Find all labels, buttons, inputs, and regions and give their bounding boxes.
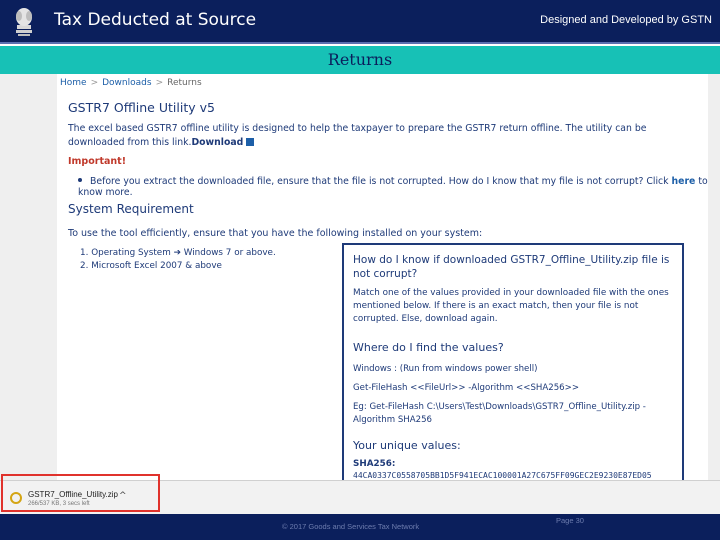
breadcrumb: Home > Downloads > Returns [60,78,202,88]
panel-command-line: Get-FileHash <<FileUrl>> -Algorithm <<SH… [353,383,580,393]
breadcrumb-separator: > [155,78,164,88]
corruption-check-panel: How do I know if downloaded GSTR7_Offlin… [342,243,684,483]
slide-footer: © 2017 Goods and Services Tax Network Pa… [0,514,720,540]
intro-paragraph: The excel based GSTR7 offline utility is… [68,122,700,150]
important-heading: Important! [68,156,127,167]
system-requirement-lead: To use the tool efficiently, ensure that… [68,228,483,239]
panel-unique-heading: Your unique values: [353,439,461,452]
panel-example-line: Eg: Get-FileHash C:\Users\Test\Downloads… [353,402,646,425]
slide-title: Tax Deducted at Source [54,10,257,30]
panel-body: Match one of the values provided in your… [353,288,669,324]
section-title: Returns [327,50,393,69]
intro-text: The excel based GSTR7 offline utility is… [68,123,647,148]
external-download-icon[interactable] [246,138,255,146]
list-item: 2. Microsoft Excel 2007 & above [80,261,222,271]
panel-hash-label: SHA256: [353,459,396,469]
slide-credit: Designed and Developed by GSTN [540,14,712,26]
highlight-box [1,474,160,512]
page-gutter-right [708,74,720,480]
national-emblem-icon [16,8,32,36]
download-link[interactable]: Download [191,137,243,148]
panel-find-heading: Where do I find the values? [353,341,504,354]
footer-copyright: © 2017 Goods and Services Tax Network [282,522,420,531]
panel-windows-line: Windows : (Run from windows power shell) [353,364,538,374]
requirement-list: 1. Operating System ➔ Windows 7 or above… [80,247,276,273]
here-link[interactable]: here [672,176,696,187]
breadcrumb-separator: > [90,78,99,88]
panel-hash-value: 44CA0337C0558705BB1D5F941ECAC100001A27C6… [353,471,652,480]
panel-heading: How do I know if downloaded GSTR7_Offlin… [353,254,670,280]
important-text: Before you extract the downloaded file, … [90,176,669,187]
breadcrumb-home[interactable]: Home [60,78,87,88]
breadcrumb-current: Returns [167,78,202,88]
page-gutter-left [0,74,57,480]
footer-page-number: Page 30 [556,516,584,525]
important-note: Before you extract the downloaded file, … [78,176,710,198]
breadcrumb-downloads[interactable]: Downloads [102,78,151,88]
list-item: 1. Operating System ➔ Windows 7 or above… [80,248,276,258]
system-requirement-heading: System Requirement [68,202,194,216]
page-title: GSTR7 Offline Utility v5 [68,100,215,115]
bullet-icon [78,178,82,182]
browser-screenshot: Home > Downloads > Returns GSTR7 Offline Uti… [0,74,720,483]
slide-header: Tax Deducted at Source Designed and Deve… [0,0,720,44]
